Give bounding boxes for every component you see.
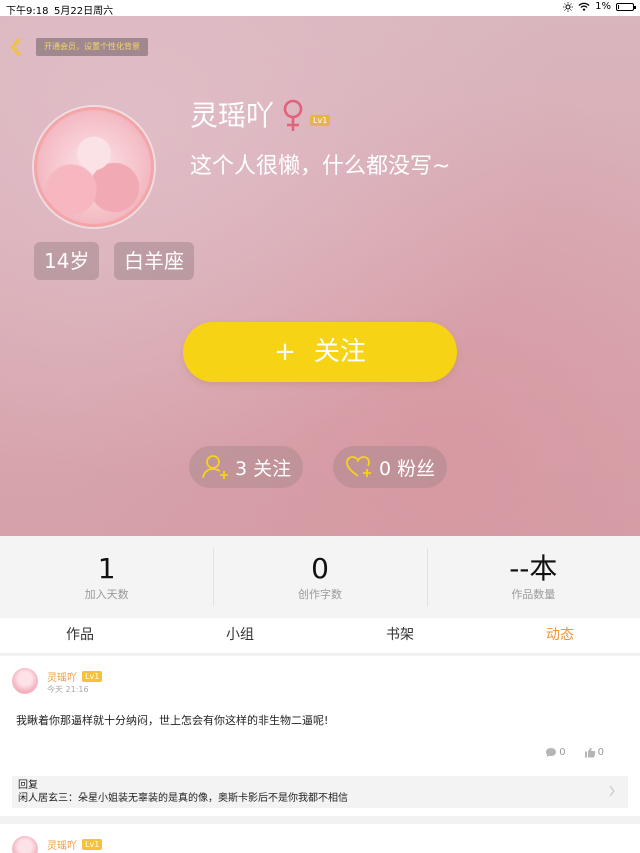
reply-text: 闲人居玄三：朵星小姐装无辜装的是真的像，奥斯卡影后不是你我都不相信 [18,793,348,804]
tab-activity[interactable]: 动态 [480,618,640,653]
status-right: 1% [563,1,636,12]
post-actions: 0 0 [545,747,604,758]
stat-label: 创作字数 [297,588,342,601]
comment-count: 0 [559,747,566,758]
post-avatar[interactable] [12,836,38,853]
like-button[interactable]: 0 [584,747,604,758]
fans-count: 0 粉丝 [379,457,436,480]
stats-row: 1 加入天数 0 创作字数 --本 作品数量 [0,536,640,618]
following-button[interactable]: 3 关注 [189,446,304,488]
battery-icon [616,2,636,11]
zodiac-tag: 白羊座 [114,242,194,280]
tab-groups[interactable]: 小组 [160,618,320,653]
stat-value: 0 [311,552,329,585]
post-avatar[interactable] [12,668,38,694]
status-time: 下午9:18 [6,6,49,17]
heart-add-icon [346,456,371,477]
post-time: 今天 21:16 [47,685,89,694]
level-badge: Lv1 [82,839,103,850]
profile-tabs: 作品 小组 书架 动态 [0,618,640,654]
profile-header: 开通会员，设置个性化背景 灵瑶吖 Lv1 这个人很懒，什么都没写~ 14岁 白羊… [0,16,640,536]
stat-works-count: --本 作品数量 [426,536,640,618]
stat-label: 作品数量 [511,588,556,601]
battery-fill [618,4,619,9]
battery-percent: 1% [595,1,611,12]
user-add-icon [202,455,228,479]
wifi-icon [578,2,590,11]
username: 灵瑶吖 [190,99,275,132]
comment-button[interactable]: 0 [545,747,566,758]
stat-label: 加入天数 [84,588,129,601]
follow-button[interactable]: + 关注 [183,322,457,382]
status-bar: 下午9:18 5月22日周六 1% [0,0,640,17]
tab-works[interactable]: 作品 [0,618,160,653]
following-count: 3 关注 [235,457,292,480]
post-author[interactable]: 灵瑶吖 [47,837,77,852]
post-text: 我瞅着你那逼样就十分纳闷，世上怎会有你这样的非生物二逼呢! [16,714,329,727]
username-row: 灵瑶吖 Lv1 [190,98,331,134]
reply-title: 回复 [18,780,38,791]
feed-post[interactable]: 灵瑶吖 Lv1 今天 21:16 我瞅着你那逼样就十分纳闷，世上怎会有你这样的非… [0,656,640,816]
stat-value: 1 [97,552,116,585]
like-count: 0 [597,747,604,758]
status-date: 5月22日周六 [54,6,114,17]
stat-value: --本 [509,552,558,585]
comment-icon [546,748,557,757]
post-author-row: 灵瑶吖 Lv1 [47,837,103,852]
brightness-icon [563,1,574,12]
plus-icon: + [274,337,296,367]
tab-bookshelf[interactable]: 书架 [320,618,480,653]
thumbs-up-icon [584,747,595,758]
reply-preview[interactable]: 回复 闲人居玄三：朵星小姐装无辜装的是真的像，奥斯卡影后不是你我都不相信 [12,776,628,808]
age-tag: 14岁 [34,242,100,280]
vip-background-tip[interactable]: 开通会员，设置个性化背景 [36,38,148,56]
stat-word-count: 0 创作字数 [213,536,426,618]
signature: 这个人很懒，什么都没写~ [190,154,451,179]
stat-join-days: 1 加入天数 [0,536,213,618]
follow-label: 关注 [313,337,366,367]
fans-button[interactable]: 0 粉丝 [333,446,448,488]
feed-post[interactable]: 灵瑶吖 Lv1 [0,824,640,853]
post-author[interactable]: 灵瑶吖 [47,669,77,684]
chevron-right-icon [609,785,615,797]
level-badge: Lv1 [82,671,103,682]
back-icon[interactable] [6,36,26,58]
level-badge: Lv1 [310,114,331,126]
activity-feed: 灵瑶吖 Lv1 今天 21:16 我瞅着你那逼样就十分纳闷，世上怎会有你这样的非… [0,654,640,853]
post-author-row: 灵瑶吖 Lv1 [47,669,103,684]
avatar[interactable] [34,107,154,227]
female-icon [283,99,303,131]
